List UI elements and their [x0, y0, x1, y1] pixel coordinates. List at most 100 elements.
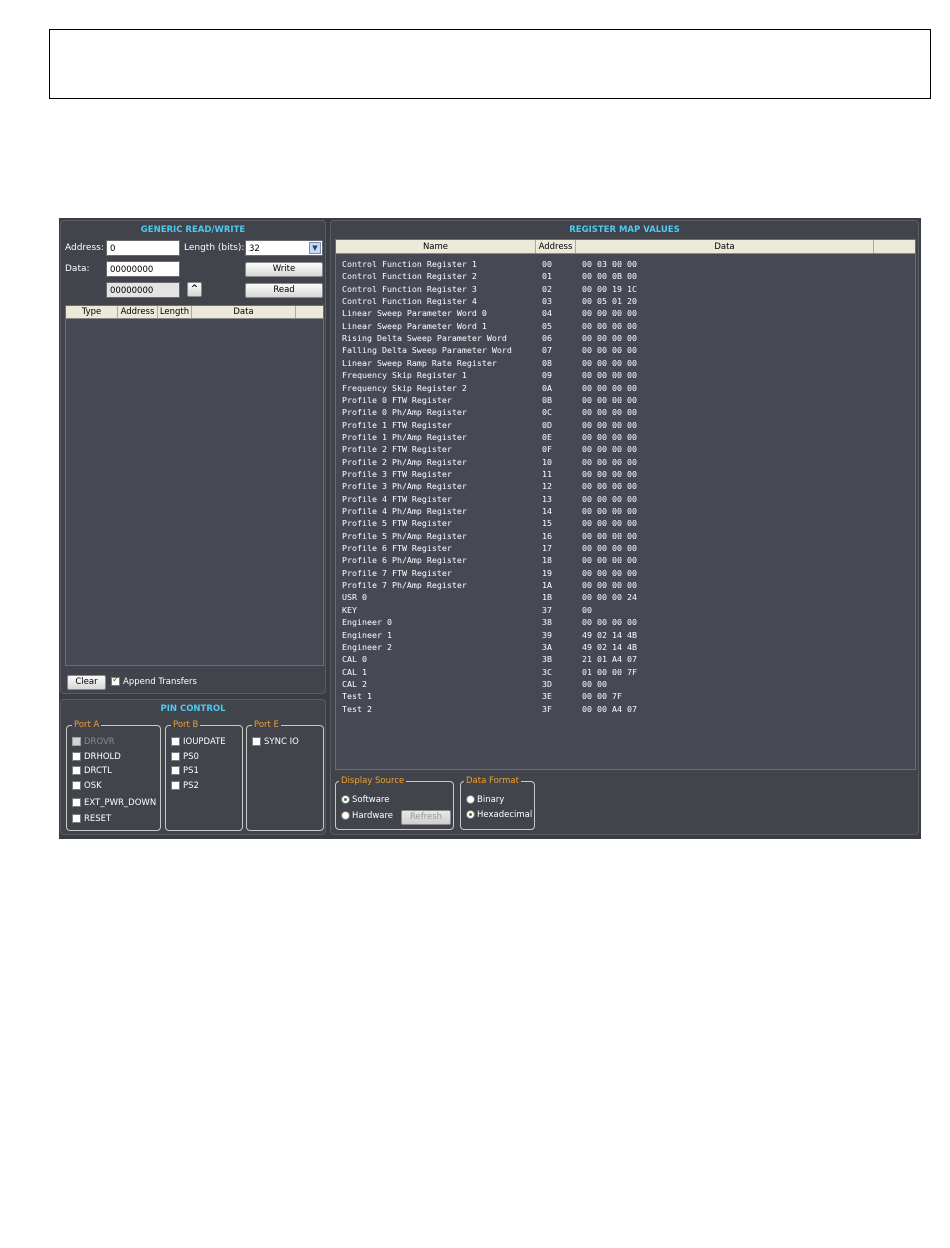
- register-row[interactable]: CAL 2 3D 00 00: [336, 678, 915, 690]
- register-row[interactable]: Profile 0 FTW Register 0B 00 00 00 00: [336, 394, 915, 406]
- register-row[interactable]: Profile 6 Ph/Amp Register 18 00 00 00 00: [336, 554, 915, 566]
- hardware-radio[interactable]: [341, 811, 350, 820]
- drhold-checkbox[interactable]: [72, 752, 81, 761]
- data-input[interactable]: 00000000: [106, 261, 180, 277]
- write-button[interactable]: Write: [245, 262, 323, 277]
- ps1-label: PS1: [183, 766, 199, 776]
- expand-up-button[interactable]: ^: [187, 282, 202, 297]
- hardware-label: Hardware: [352, 811, 394, 821]
- ps0-checkbox[interactable]: [171, 752, 180, 761]
- register-data: 00 00 00 00: [582, 481, 637, 492]
- register-row[interactable]: Profile 3 FTW Register 11 00 00 00 00: [336, 468, 915, 480]
- register-row[interactable]: Rising Delta Sweep Parameter Word 06 00 00…: [336, 332, 915, 344]
- binary-radio[interactable]: [466, 795, 475, 804]
- register-row[interactable]: CAL 0 3B 21 01 A4 07: [336, 653, 915, 665]
- register-address: 3B: [542, 654, 552, 665]
- column-type[interactable]: Type: [66, 306, 118, 318]
- register-row[interactable]: Engineer 1 39 49 02 14 4B: [336, 629, 915, 641]
- register-name: Profile 1 Ph/Amp Register: [342, 431, 467, 442]
- register-data: 00 00 00 00: [582, 444, 637, 455]
- register-row[interactable]: Engineer 0 38 00 00 00 00: [336, 616, 915, 628]
- register-address: 19: [542, 567, 552, 578]
- register-address: 3A: [542, 641, 552, 652]
- register-name: Profile 5 FTW Register: [342, 518, 452, 529]
- osk-checkbox[interactable]: [72, 781, 81, 790]
- append-transfers-checkbox[interactable]: [111, 675, 120, 686]
- register-row[interactable]: Linear Sweep Ramp Rate Register 08 00 00 0…: [336, 357, 915, 369]
- register-name: Falling Delta Sweep Parameter Word: [342, 345, 512, 356]
- register-row[interactable]: Profile 2 FTW Register 0F 00 00 00 00: [336, 443, 915, 455]
- register-row[interactable]: Profile 5 FTW Register 15 00 00 00 00: [336, 517, 915, 529]
- register-name: Profile 7 Ph/Amp Register: [342, 580, 467, 591]
- register-data: 00 00 00 00: [582, 320, 637, 331]
- length-select[interactable]: 32 ▼: [245, 240, 323, 256]
- read-button[interactable]: Read: [245, 283, 323, 298]
- register-name: Profile 3 FTW Register: [342, 468, 452, 479]
- register-address: 10: [542, 456, 552, 467]
- register-name: Frequency Skip Register 1: [342, 370, 467, 381]
- register-row[interactable]: Profile 6 FTW Register 17 00 00 00 00: [336, 542, 915, 554]
- register-row[interactable]: Falling Delta Sweep Parameter Word 07 00 0…: [336, 344, 915, 356]
- refresh-button[interactable]: Refresh: [401, 810, 451, 825]
- register-name: CAL 2: [342, 678, 367, 689]
- column-length[interactable]: Length: [158, 306, 192, 318]
- chevron-down-icon[interactable]: ▼: [309, 242, 321, 254]
- column-data[interactable]: Data: [192, 306, 296, 318]
- drctl-checkbox[interactable]: [72, 766, 81, 775]
- register-row[interactable]: Test 1 3E 00 00 7F: [336, 690, 915, 702]
- register-row[interactable]: Control Function Register 1 00 00 03 00 00: [336, 258, 915, 270]
- register-row[interactable]: USR 0 1B 00 00 00 24: [336, 591, 915, 603]
- register-data: 00 00 19 1C: [582, 283, 637, 294]
- append-transfers-label: Append Transfers: [123, 677, 197, 687]
- register-row[interactable]: CAL 1 3C 01 00 00 7F: [336, 666, 915, 678]
- ioupdate-checkbox[interactable]: [171, 737, 180, 746]
- register-data: 00 00 00 00: [582, 345, 637, 356]
- ps1-checkbox[interactable]: [171, 766, 180, 775]
- register-name: Control Function Register 2: [342, 271, 477, 282]
- column-address[interactable]: Address: [118, 306, 158, 318]
- reset-checkbox[interactable]: [72, 814, 81, 823]
- register-row[interactable]: Profile 2 Ph/Amp Register 10 00 00 00 00: [336, 456, 915, 468]
- display-source-group: Display Source Software Hardware Refresh: [335, 775, 454, 830]
- register-row[interactable]: Control Function Register 2 01 00 00 0B 00: [336, 270, 915, 282]
- software-radio[interactable]: [341, 795, 350, 804]
- register-row[interactable]: Frequency Skip Register 2 0A 00 00 00 00: [336, 382, 915, 394]
- hexadecimal-radio[interactable]: [466, 810, 475, 819]
- register-row[interactable]: Profile 1 Ph/Amp Register 0E 00 00 00 00: [336, 431, 915, 443]
- register-row[interactable]: Profile 4 Ph/Amp Register 14 00 00 00 00: [336, 505, 915, 517]
- register-row[interactable]: Control Function Register 3 02 00 00 19 1C: [336, 283, 915, 295]
- sync-io-checkbox[interactable]: [252, 737, 261, 746]
- register-row[interactable]: Engineer 2 3A 49 02 14 4B: [336, 641, 915, 653]
- register-row[interactable]: KEY 37 00: [336, 604, 915, 616]
- display-source-title: Display Source: [339, 775, 407, 787]
- register-row[interactable]: Test 2 3F 00 00 A4 07: [336, 703, 915, 715]
- register-row[interactable]: Profile 7 FTW Register 19 00 00 00 00: [336, 567, 915, 579]
- address-input[interactable]: 0: [106, 240, 180, 256]
- register-map-list[interactable]: Name Address Data Control Function Regis…: [335, 239, 916, 770]
- column-address[interactable]: Address: [536, 240, 576, 253]
- column-name[interactable]: Name: [336, 240, 536, 253]
- clear-button[interactable]: Clear: [67, 675, 106, 690]
- register-data: 00 00 00 00: [582, 394, 637, 405]
- register-row[interactable]: Profile 7 Ph/Amp Register 1A 00 00 00 00: [336, 579, 915, 591]
- register-row[interactable]: Profile 0 Ph/Amp Register 0C 00 00 00 00: [336, 406, 915, 418]
- register-row[interactable]: Linear Sweep Parameter Word 1 05 00 00 00 …: [336, 320, 915, 332]
- register-row[interactable]: Control Function Register 4 03 00 05 01 20: [336, 295, 915, 307]
- register-row[interactable]: Profile 5 Ph/Amp Register 16 00 00 00 00: [336, 530, 915, 542]
- transfer-list[interactable]: Type Address Length Data: [65, 305, 324, 666]
- register-row[interactable]: Profile 1 FTW Register 0D 00 00 00 00: [336, 419, 915, 431]
- ps2-checkbox[interactable]: [171, 781, 180, 790]
- ps0-label: PS0: [183, 752, 199, 762]
- register-row[interactable]: Linear Sweep Parameter Word 0 04 00 00 00 …: [336, 307, 915, 319]
- register-address: 03: [542, 296, 552, 307]
- register-row[interactable]: Profile 4 FTW Register 13 00 00 00 00: [336, 493, 915, 505]
- ext-pwr-down-checkbox[interactable]: [72, 798, 81, 807]
- column-data[interactable]: Data: [576, 240, 874, 253]
- register-row[interactable]: Profile 3 Ph/Amp Register 12 00 00 00 00: [336, 480, 915, 492]
- register-row[interactable]: Frequency Skip Register 1 09 00 00 00 00: [336, 369, 915, 381]
- register-name: Linear Sweep Parameter Word 1: [342, 320, 487, 331]
- ioupdate-label: IOUPDATE: [183, 737, 226, 747]
- register-address: 0A: [542, 382, 552, 393]
- port-e-group: Port E SYNC IO: [246, 719, 324, 831]
- generic-read-write-panel: GENERIC READ/WRITE Address: 0 Length (bi…: [60, 220, 326, 694]
